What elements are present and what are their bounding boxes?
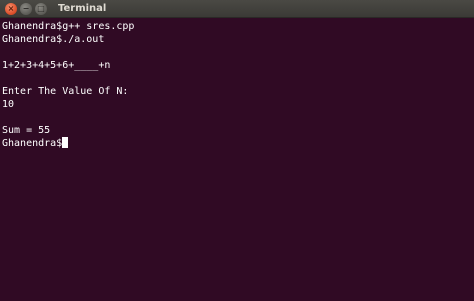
close-icon[interactable]: × (5, 3, 17, 15)
terminal-prompt: Ghanendra$ (2, 138, 63, 149)
terminal-line: 1+2+3+4+5+6+____+n (2, 60, 111, 71)
maximize-icon[interactable]: □ (35, 3, 47, 15)
terminal-line: Ghanendra$g++ sres.cpp (2, 21, 135, 32)
terminal-line: Ghanendra$./a.out (2, 34, 105, 45)
terminal-window: × − □ Terminal Ghanendra$g++ sres.cpp Gh… (0, 0, 474, 301)
terminal-prompt-line[interactable]: Ghanendra$ (2, 137, 472, 150)
text-cursor (62, 137, 69, 148)
minimize-icon[interactable]: − (20, 3, 32, 15)
title-bar[interactable]: × − □ Terminal (0, 0, 474, 18)
terminal-output[interactable]: Ghanendra$g++ sres.cpp Ghanendra$./a.out… (2, 20, 472, 299)
window-title: Terminal (58, 3, 107, 14)
terminal-line: Sum = 55 (2, 125, 51, 136)
terminal-line: 10 (2, 99, 15, 110)
terminal-line: Enter The Value Of N: (2, 86, 129, 97)
